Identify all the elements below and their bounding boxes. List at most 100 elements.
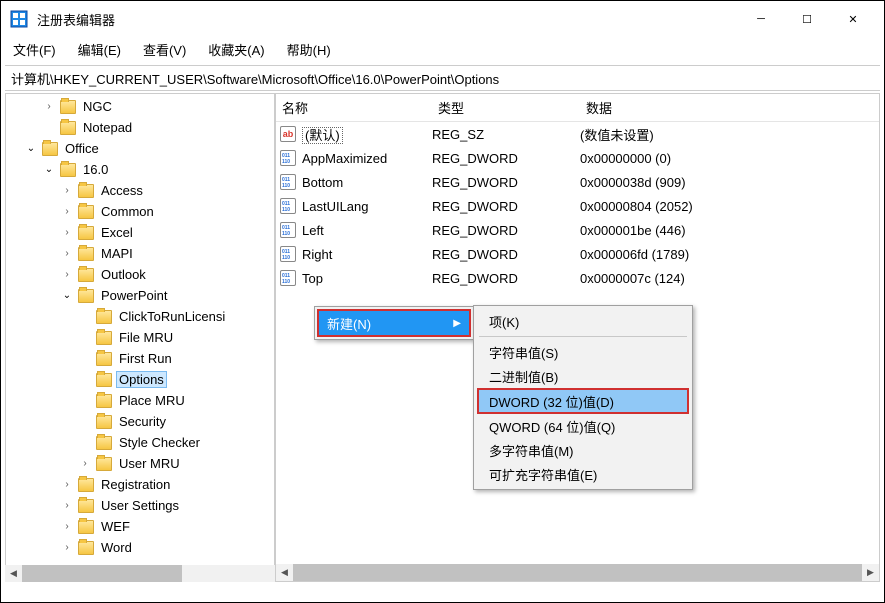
chevron-right-icon[interactable]: › [60, 521, 74, 532]
value-row[interactable]: 011110TopREG_DWORD0x0000007c (124) [276, 266, 879, 290]
menu-view[interactable]: 查看(V) [139, 38, 190, 61]
folder-icon [78, 478, 94, 492]
folder-icon [96, 310, 112, 324]
chevron-right-icon[interactable]: › [60, 479, 74, 490]
value-data: 0x00000804 (2052) [580, 199, 879, 214]
chevron-right-icon[interactable]: › [42, 101, 56, 112]
tree-item[interactable]: ›Excel [6, 222, 275, 243]
context-new-item[interactable]: 新建(N) ▶ [317, 309, 471, 337]
menu-edit[interactable]: 编辑(E) [74, 38, 125, 61]
tree-item[interactable]: › User Settings [6, 495, 275, 516]
folder-icon [96, 373, 112, 387]
tree-h-scrollbar[interactable]: ◀ ▶ [5, 565, 275, 582]
tree-item[interactable]: File MRU [6, 327, 275, 348]
value-type: REG_DWORD [432, 199, 580, 214]
binary-value-icon: 011110 [280, 198, 296, 214]
close-button[interactable]: ✕ [830, 4, 876, 34]
tree-pane[interactable]: › NGC Notepad⌄Office⌄16.0›Access›Common›Ex… [5, 93, 275, 582]
submenu-item[interactable]: QWORD (64 位)值(Q) [477, 414, 689, 438]
chevron-right-icon[interactable]: › [60, 542, 74, 553]
address-text: 计算机\HKEY_CURRENT_USER\Software\Microsoft… [11, 69, 499, 88]
chevron-right-icon[interactable]: › [60, 185, 74, 196]
chevron-right-icon[interactable]: › [60, 500, 74, 511]
window-title: 注册表编辑器 [37, 10, 738, 29]
tree-item[interactable]: ›MAPI [6, 243, 275, 264]
col-type[interactable]: 类型 [432, 98, 580, 117]
folder-icon [96, 352, 112, 366]
submenu-item[interactable]: 字符串值(S) [477, 340, 689, 364]
chevron-down-icon[interactable]: ⌄ [42, 164, 56, 175]
submenu-item[interactable]: 多字符串值(M) [477, 438, 689, 462]
chevron-down-icon[interactable]: ⌄ [24, 143, 38, 154]
tree-item[interactable]: ›Common [6, 201, 275, 222]
tree-label: Registration [98, 476, 173, 493]
tree-item[interactable]: Options [6, 369, 275, 390]
chevron-right-icon[interactable]: › [60, 227, 74, 238]
tree-item[interactable]: First Run [6, 348, 275, 369]
chevron-right-icon[interactable]: › [78, 458, 92, 469]
svg-text:110: 110 [282, 159, 290, 164]
folder-icon [78, 289, 94, 303]
tree-item[interactable]: ClickToRunLicensi [6, 306, 275, 327]
scroll-right-icon[interactable]: ▶ [862, 564, 879, 581]
value-data: 0x0000007c (124) [580, 271, 879, 286]
col-data[interactable]: 数据 [580, 98, 879, 117]
chevron-down-icon[interactable]: ⌄ [60, 290, 74, 301]
statusbar [1, 584, 884, 602]
tree-label: Options [116, 371, 167, 388]
tree-item[interactable]: ›Access [6, 180, 275, 201]
binary-value-icon: 011110 [280, 246, 296, 262]
values-pane[interactable]: 名称 类型 数据 ab(默认)REG_SZ(数值未设置) 011110 AppMax… [275, 93, 880, 582]
context-menu: 新建(N) ▶ 项(K)字符串值(S)二进制值(B)DWORD (32 位)值(… [314, 306, 474, 340]
submenu-item[interactable]: DWORD (32 位)值(D) [477, 388, 689, 414]
scroll-left-icon[interactable]: ◀ [276, 564, 293, 581]
folder-icon [78, 499, 94, 513]
scroll-thumb[interactable] [293, 564, 862, 581]
submenu-item[interactable]: 项(K) [477, 309, 689, 333]
scroll-thumb[interactable] [22, 565, 182, 582]
value-row[interactable]: 011110RightREG_DWORD0x000006fd (1789) [276, 242, 879, 266]
value-name: Top [302, 271, 432, 286]
tree-label: NGC [80, 98, 115, 115]
values-h-scrollbar[interactable]: ◀ ▶ [276, 564, 879, 581]
folder-icon [78, 184, 94, 198]
value-name: Right [302, 247, 432, 262]
chevron-right-icon[interactable]: › [60, 206, 74, 217]
value-row[interactable]: 011110LastUILangREG_DWORD0x00000804 (205… [276, 194, 879, 218]
tree-label: User Settings [98, 497, 182, 514]
value-row[interactable]: ab(默认)REG_SZ(数值未设置) [276, 122, 879, 146]
tree-item[interactable]: ›Word [6, 537, 275, 558]
menu-help[interactable]: 帮助(H) [283, 38, 335, 61]
scroll-left-icon[interactable]: ◀ [5, 565, 22, 582]
submenu-item[interactable]: 二进制值(B) [477, 364, 689, 388]
address-bar[interactable]: 计算机\HKEY_CURRENT_USER\Software\Microsoft… [5, 65, 880, 91]
menu-file[interactable]: 文件(F) [9, 38, 60, 61]
tree-item[interactable]: Style Checker [6, 432, 275, 453]
value-row[interactable]: 011110LeftREG_DWORD0x000001be (446) [276, 218, 879, 242]
chevron-right-icon[interactable]: › [60, 269, 74, 280]
maximize-button[interactable]: ☐ [784, 4, 830, 34]
string-value-icon: ab [280, 126, 296, 142]
tree-item[interactable]: ⌄16.0 [6, 159, 275, 180]
tree-item[interactable]: ›Outlook [6, 264, 275, 285]
tree-label: Security [116, 413, 169, 430]
tree-item[interactable]: › NGC [6, 96, 275, 117]
tree-item[interactable]: Place MRU [6, 390, 275, 411]
svg-text:110: 110 [282, 183, 290, 188]
tree-item[interactable]: › Registration [6, 474, 275, 495]
menu-favorites[interactable]: 收藏夹(A) [204, 38, 268, 61]
tree-item[interactable]: ›WEF [6, 516, 275, 537]
value-name: AppMaximized [302, 151, 432, 166]
tree-item[interactable]: Security [6, 411, 275, 432]
value-data: 0x0000038d (909) [580, 175, 879, 190]
chevron-right-icon[interactable]: › [60, 248, 74, 259]
tree-item[interactable]: ⌄Office [6, 138, 275, 159]
tree-item[interactable]: ›User MRU [6, 453, 275, 474]
value-row[interactable]: 011110BottomREG_DWORD0x0000038d (909) [276, 170, 879, 194]
col-name[interactable]: 名称 [276, 98, 432, 117]
minimize-button[interactable]: ─ [738, 4, 784, 34]
tree-item[interactable]: ⌄PowerPoint [6, 285, 275, 306]
value-row[interactable]: 011110AppMaximizedREG_DWORD0x00000000 (0… [276, 146, 879, 170]
submenu-item[interactable]: 可扩充字符串值(E) [477, 462, 689, 486]
tree-item[interactable]: Notepad [6, 117, 275, 138]
